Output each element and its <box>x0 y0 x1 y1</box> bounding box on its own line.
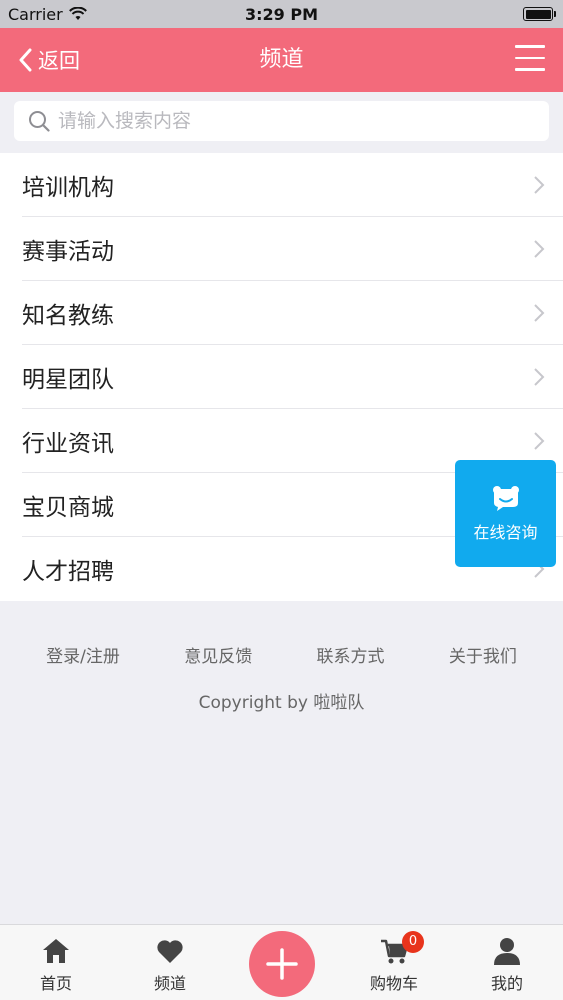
footer-link-contact[interactable]: 联系方式 <box>317 642 385 672</box>
search-box[interactable] <box>14 101 549 141</box>
home-icon <box>43 939 69 963</box>
carrier-label: Carrier <box>8 4 63 24</box>
tab-mine-label: 我的 <box>490 974 523 993</box>
chat-bear-icon <box>492 485 519 511</box>
menu-button[interactable] <box>515 45 545 73</box>
search-bar <box>0 92 563 152</box>
nav-bar: 返回 频道 <box>0 28 563 92</box>
plus-icon <box>266 948 298 980</box>
carrier-group: Carrier <box>8 5 87 24</box>
list-item-label: 赛事活动 <box>22 238 114 265</box>
tab-channel[interactable]: 频道 <box>120 925 220 1000</box>
search-icon <box>29 111 50 132</box>
chevron-left-icon <box>19 48 32 72</box>
list-item-label: 知名教练 <box>22 302 114 329</box>
footer-link-feedback[interactable]: 意见反馈 <box>184 642 252 672</box>
list-item-events[interactable]: 赛事活动 <box>22 217 563 281</box>
list-item-star-teams[interactable]: 明星团队 <box>22 345 563 409</box>
chevron-right-icon <box>534 239 545 258</box>
list-item-label: 宝贝商城 <box>22 494 114 521</box>
list-item-coaches[interactable]: 知名教练 <box>22 281 563 345</box>
tab-home[interactable]: 首页 <box>6 925 106 1000</box>
copyright-text: Copyright by 啦啦队 <box>198 693 365 713</box>
list-item-label: 人才招聘 <box>22 559 114 585</box>
battery-icon <box>523 7 556 21</box>
chevron-right-icon <box>534 367 545 386</box>
footer-link-about[interactable]: 关于我们 <box>449 642 517 672</box>
tab-cart[interactable]: 购物车 0 <box>344 925 444 1000</box>
tab-home-label: 首页 <box>39 974 72 993</box>
tab-cart-label: 购物车 <box>369 974 418 993</box>
footer-links: 登录/注册 意见反馈 联系方式 关于我们 <box>0 642 563 672</box>
heart-icon <box>157 940 183 963</box>
tab-bar: 首页 频道 购物车 0 我的 <box>0 924 563 1000</box>
wifi-icon <box>68 7 87 20</box>
back-button[interactable]: 返回 <box>18 28 80 92</box>
tab-channel-label: 频道 <box>153 974 186 993</box>
page-title: 频道 <box>259 47 304 72</box>
list-item-label: 明星团队 <box>22 366 114 393</box>
list-item-training[interactable]: 培训机构 <box>22 153 563 217</box>
user-icon <box>494 938 520 965</box>
add-button[interactable] <box>249 931 315 997</box>
list-item-label: 培训机构 <box>22 174 114 201</box>
back-label: 返回 <box>38 49 80 73</box>
online-consult-button[interactable]: 在线咨询 <box>455 460 556 567</box>
footer-link-login[interactable]: 登录/注册 <box>46 642 120 672</box>
search-input[interactable] <box>58 110 549 132</box>
chevron-right-icon <box>534 431 545 450</box>
online-consult-label: 在线咨询 <box>473 522 538 542</box>
tab-mine[interactable]: 我的 <box>457 925 557 1000</box>
chevron-right-icon <box>534 175 545 194</box>
menu-icon <box>515 45 545 48</box>
cart-count-badge: 0 <box>402 931 424 953</box>
chevron-right-icon <box>534 303 545 322</box>
list-item-label: 行业资讯 <box>22 430 114 457</box>
status-bar: Carrier 3:29 PM <box>0 0 563 28</box>
